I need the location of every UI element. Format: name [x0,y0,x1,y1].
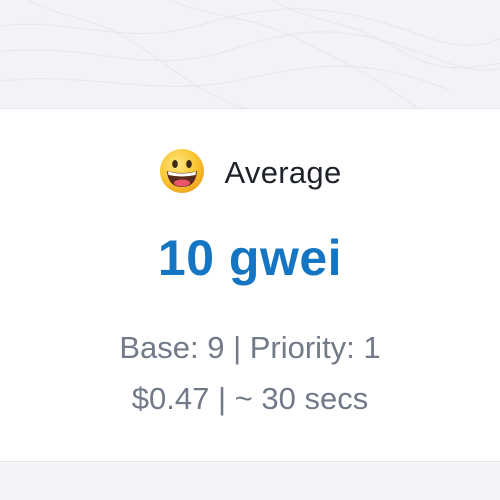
grinning-face-icon [158,147,206,195]
fee-breakdown: Base: 9 | Priority: 1 [119,330,381,365]
tier-title: Average [224,155,342,190]
decorative-background [0,0,500,108]
gas-price-value: 10 gwei [157,230,343,286]
page-background [0,462,500,500]
card-header: Average [0,147,500,195]
gas-price-card: Average 10 gwei Base: 9 | Priority: 1 $0… [0,108,500,462]
cost-and-time: $0.47 | ~ 30 secs [131,381,369,416]
background-pattern [0,0,500,108]
